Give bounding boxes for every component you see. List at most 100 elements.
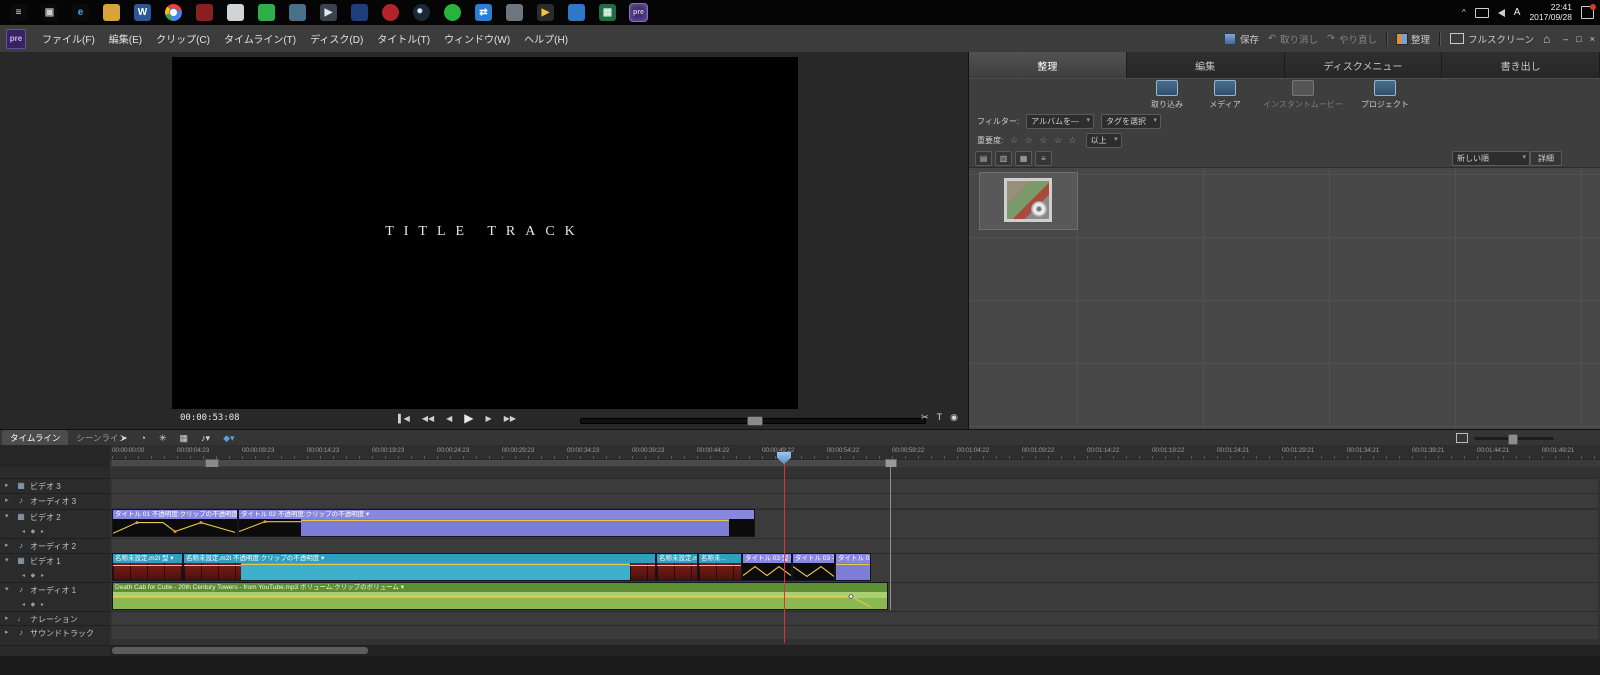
folder-view-icon[interactable]: ▦ — [1015, 151, 1032, 166]
menu-item[interactable]: タイトル(T) — [370, 31, 437, 46]
importance-min-dropdown[interactable]: 以上 — [1085, 133, 1122, 148]
keyframe-nav-controls[interactable]: ◂ ◆ ▸ — [22, 572, 46, 579]
menu-item[interactable]: ヘルプ(H) — [517, 31, 575, 46]
dmm-player-icon[interactable]: ▶ — [537, 4, 554, 21]
disclosure-icon[interactable]: ▾ — [5, 556, 12, 564]
album-filter-dropdown[interactable]: アルバムを― — [1026, 114, 1094, 129]
track-header-video1[interactable]: ▾ ▦ ビデオ 1 ◂ ◆ ▸ — [0, 553, 110, 581]
menu-item[interactable]: タイムライン(T) — [217, 31, 303, 46]
edge-icon[interactable]: e — [72, 4, 89, 21]
clip-title-03-c[interactable]: タイトル 03 ▾ — [835, 553, 871, 581]
position-scrubber[interactable] — [580, 416, 926, 426]
file-explorer-icon[interactable] — [103, 4, 120, 21]
keyframe-nav-controls[interactable]: ◂ ◆ ▸ — [22, 601, 46, 608]
disclosure-icon[interactable]: ▾ — [5, 585, 12, 593]
ime-indicator[interactable]: A — [1514, 7, 1521, 18]
go-to-start-icon[interactable]: ▌◀ — [398, 414, 410, 423]
panel-tab[interactable]: 編集 — [1126, 52, 1285, 78]
disclosure-icon[interactable]: ▸ — [5, 541, 12, 549]
clip-title-02[interactable]: タイトル 02 不透明度:クリップの不透明度 ▾ — [238, 509, 755, 537]
details-button[interactable]: 詳細 — [1530, 151, 1562, 166]
track-header-narration[interactable]: ▸ ♩ ナレーション — [0, 611, 110, 624]
track-header-soundtrack[interactable]: ▸ ♪ サウンドトラック — [0, 625, 110, 638]
fit-timeline-icon[interactable] — [1456, 433, 1468, 443]
menu-item[interactable]: ファイル(F) — [35, 31, 102, 46]
clip-untitled-m2t-3[interactable]: 名称未設定.m2t 不透... — [656, 553, 698, 581]
notification-icon[interactable] — [1581, 4, 1596, 19]
scrubber-thumb[interactable] — [747, 416, 763, 426]
sync-icon[interactable]: ⇄ — [475, 4, 492, 21]
marker-tool-icon[interactable]: ▦ — [180, 433, 189, 444]
disclosure-icon[interactable]: ▾ — [5, 512, 12, 520]
keyframe-nav-controls[interactable]: ◂ ◆ ▸ — [22, 528, 46, 535]
app-green-icon[interactable] — [258, 4, 275, 21]
media-button[interactable]: メディア — [1205, 80, 1245, 110]
app-blue-icon[interactable] — [568, 4, 585, 21]
import-button[interactable]: 取り込み — [1147, 80, 1187, 110]
disclosure-icon[interactable]: ▸ — [5, 496, 12, 504]
track-header-video2[interactable]: ▾ ▦ ビデオ 2 ◂ ◆ ▸ — [0, 509, 110, 537]
add-text-icon[interactable]: T — [937, 412, 943, 423]
lane-narration[interactable] — [112, 611, 1598, 625]
menu-item[interactable]: ウィンドウ(W) — [437, 31, 517, 46]
panel-tab[interactable]: 整理 — [969, 52, 1127, 78]
minimize-button[interactable]: – — [1563, 34, 1568, 44]
close-button[interactable]: × — [1590, 34, 1595, 44]
track-header-audio2[interactable]: ▸ ♪ オーディオ 2 — [0, 538, 110, 552]
fast-forward-icon[interactable]: ▶▶ — [504, 414, 516, 423]
panel-tab[interactable]: 書き出し — [1442, 52, 1600, 78]
save-button[interactable]: 保存 — [1224, 32, 1259, 46]
video-player-icon[interactable]: ▶ — [320, 4, 337, 21]
tag-filter-dropdown[interactable]: タグを選択 — [1100, 114, 1161, 129]
start-icon[interactable]: ≡ — [10, 4, 27, 21]
display-icon[interactable] — [1474, 7, 1489, 18]
thumbnail-view-icon[interactable]: ▥ — [995, 151, 1012, 166]
lane-soundtrack[interactable] — [112, 625, 1598, 639]
disclosure-icon[interactable]: ▸ — [5, 481, 12, 489]
step-back-icon[interactable]: ◀ — [446, 414, 452, 423]
clip-title-03-b[interactable]: タイトル 03 不透... — [792, 553, 835, 581]
clip-untitled-m2t-2[interactable]: 名称未設定.m2t 不透明度:クリップの不透明度 ▾ — [183, 553, 656, 581]
selection-tool-icon[interactable]: ➤ — [120, 433, 128, 444]
premiere-elements-icon[interactable]: pre — [629, 3, 648, 22]
clip-untitled-m2t-1[interactable]: 名称未設定.m2t 型 ▾ — [112, 553, 183, 581]
panel-tab[interactable]: ディスクメニュー — [1284, 52, 1443, 78]
project-button[interactable]: プロジェクト — [1361, 80, 1409, 110]
smart-trim-icon[interactable]: ◆▾ — [223, 433, 234, 444]
work-area-bar[interactable] — [112, 460, 890, 466]
current-timecode[interactable]: 00:00:53:08 — [180, 413, 240, 423]
time-stretch-tool-icon[interactable]: ◔ — [141, 433, 146, 443]
app-navy-icon[interactable] — [351, 4, 368, 21]
menu-item[interactable]: ディスク(D) — [303, 31, 370, 46]
menu-item[interactable]: クリップ(C) — [149, 31, 217, 46]
steam-icon[interactable] — [413, 4, 430, 21]
play-icon[interactable]: ▶ — [464, 411, 473, 425]
track-header-audio3[interactable]: ▸ ♪ オーディオ 3 — [0, 493, 110, 507]
media-item[interactable] — [979, 172, 1078, 230]
disclosure-icon[interactable]: ▸ — [5, 628, 12, 636]
freeze-frame-icon[interactable]: ◉ — [950, 412, 958, 423]
task-view-icon[interactable]: ▣ — [41, 4, 58, 21]
grid-view-icon[interactable]: ▤ — [975, 151, 992, 166]
audio-tools-icon[interactable]: ♪▾ — [201, 433, 210, 444]
clip-title-01[interactable]: タイトル 01 不透明度:クリップの不透明度 ▾ — [112, 509, 238, 537]
list-view-icon[interactable]: ≡ — [1035, 151, 1052, 166]
zoom-slider[interactable] — [1474, 433, 1554, 445]
chrome-icon[interactable] — [165, 4, 182, 21]
fullscreen-button[interactable]: フルスクリーン — [1450, 32, 1534, 46]
clip-audio-mp3[interactable]: Death Cab for Cutie - 20th Century Tower… — [112, 582, 888, 610]
disclosure-icon[interactable]: ▸ — [5, 614, 12, 622]
timeline-horizontal-scrollbar[interactable] — [110, 646, 1600, 656]
volume-icon[interactable] — [1497, 8, 1505, 17]
clip-untitled-m2t-4[interactable]: 名称未... — [698, 553, 742, 581]
lane-audio2[interactable] — [112, 538, 1598, 553]
tray-expand-icon[interactable]: ^ — [1462, 8, 1466, 17]
app-red-icon[interactable] — [196, 4, 213, 21]
timeline-tab[interactable]: タイムライン — [2, 430, 69, 446]
scrollbar-thumb[interactable] — [112, 647, 368, 654]
redo-button[interactable]: ↷ やり直し — [1327, 32, 1377, 46]
sort-order-dropdown[interactable]: 新しい順 — [1452, 151, 1530, 166]
lane-video3[interactable] — [112, 478, 1598, 493]
track-header-audio1[interactable]: ▾ ♪ オーディオ 1 ◂ ◆ ▸ — [0, 582, 110, 610]
app-silver-icon[interactable] — [227, 4, 244, 21]
